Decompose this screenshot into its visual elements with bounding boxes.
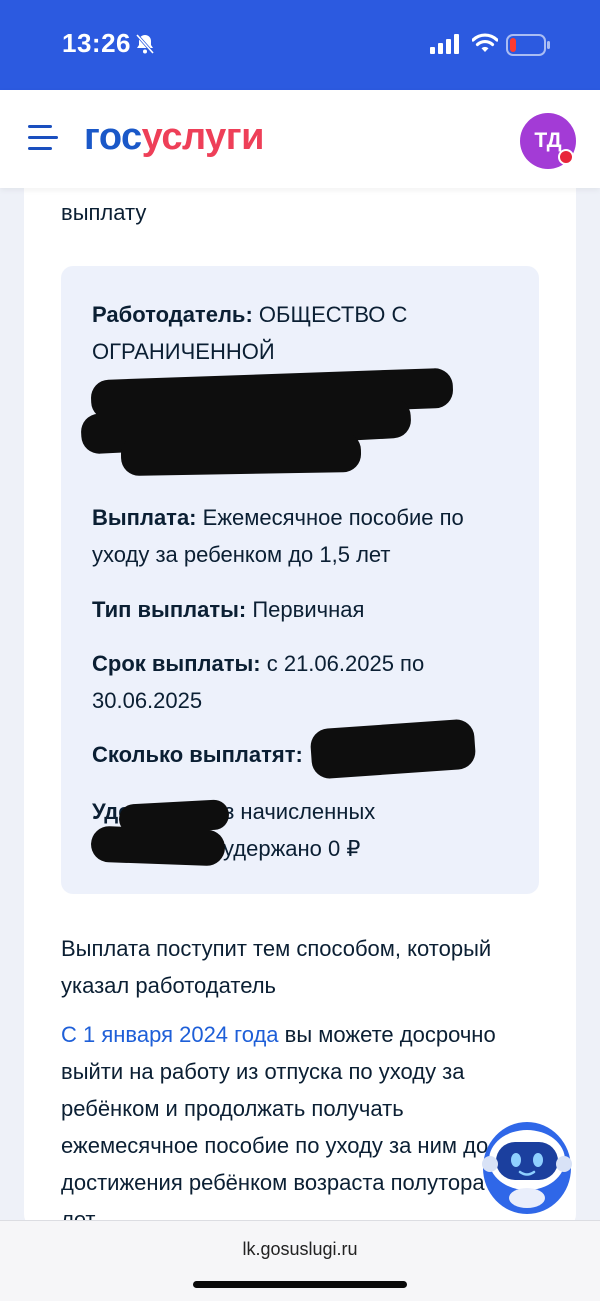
cut-off-text: выплату [61,200,147,225]
payment-period-label: Срок выплаты: [92,651,261,676]
menu-icon[interactable] [28,125,58,153]
payment-method-text: Выплата поступит тем способом, который у… [61,936,492,998]
redaction-mark [120,431,362,477]
signal-icon [430,34,459,54]
browser-address-bar[interactable]: lk.gosuslugi.ru [0,1220,600,1301]
payment-type-row: Тип выплаты: Первичная [92,591,512,628]
withheld-value: из начисленных [211,799,376,824]
gosuslugi-logo[interactable]: госуслуги [84,116,264,159]
info-link[interactable]: С 1 января 2024 года [61,1022,279,1047]
payment-period-row: Срок выплаты: с 21.06.2025 по 30.06.2025 [92,645,432,719]
early-return-info: С 1 января 2024 года вы можете досрочно … [61,1016,511,1230]
wifi-icon [472,33,498,52]
payment-type-label: Тип выплаты: [92,597,247,622]
bell-muted-icon [135,34,155,54]
employer-label: Работодатель: [92,302,253,327]
home-indicator[interactable] [193,1281,407,1288]
employer-row: Работодатель: ОБЩЕСТВО С ОГРАНИЧЕННОЙ [92,296,512,370]
amount-label: Сколько выплатят: [92,742,303,767]
info-text: вы можете досрочно выйти на работу из от… [61,1022,496,1230]
url-text[interactable]: lk.gosuslugi.ru [0,1239,600,1260]
assistant-robot-icon[interactable] [482,1118,572,1214]
battery-low-icon [506,34,550,56]
status-time: 13:26 [62,28,131,58]
avatar-initials: ТД [534,129,562,152]
payment-type-value: Первичная [252,597,365,622]
payment-info-box: Работодатель: ОБЩЕСТВО С ОГРАНИЧЕННОЙ Вы… [61,266,539,894]
status-bar: 13:26 [0,0,600,90]
content-card: выплату Работодатель: ОБЩЕСТВО С ОГРАНИЧ… [24,150,576,1230]
notification-dot [558,149,574,165]
payment-label: Выплата: [92,505,197,530]
payment-row: Выплата: Ежемесячное пособие по уходу за… [92,499,512,573]
app-header: госуслуги ТД [0,90,600,188]
avatar[interactable]: ТД [520,113,576,169]
redaction-mark [90,825,226,867]
withheld-value-cont: удержано 0 ₽ [223,836,361,861]
